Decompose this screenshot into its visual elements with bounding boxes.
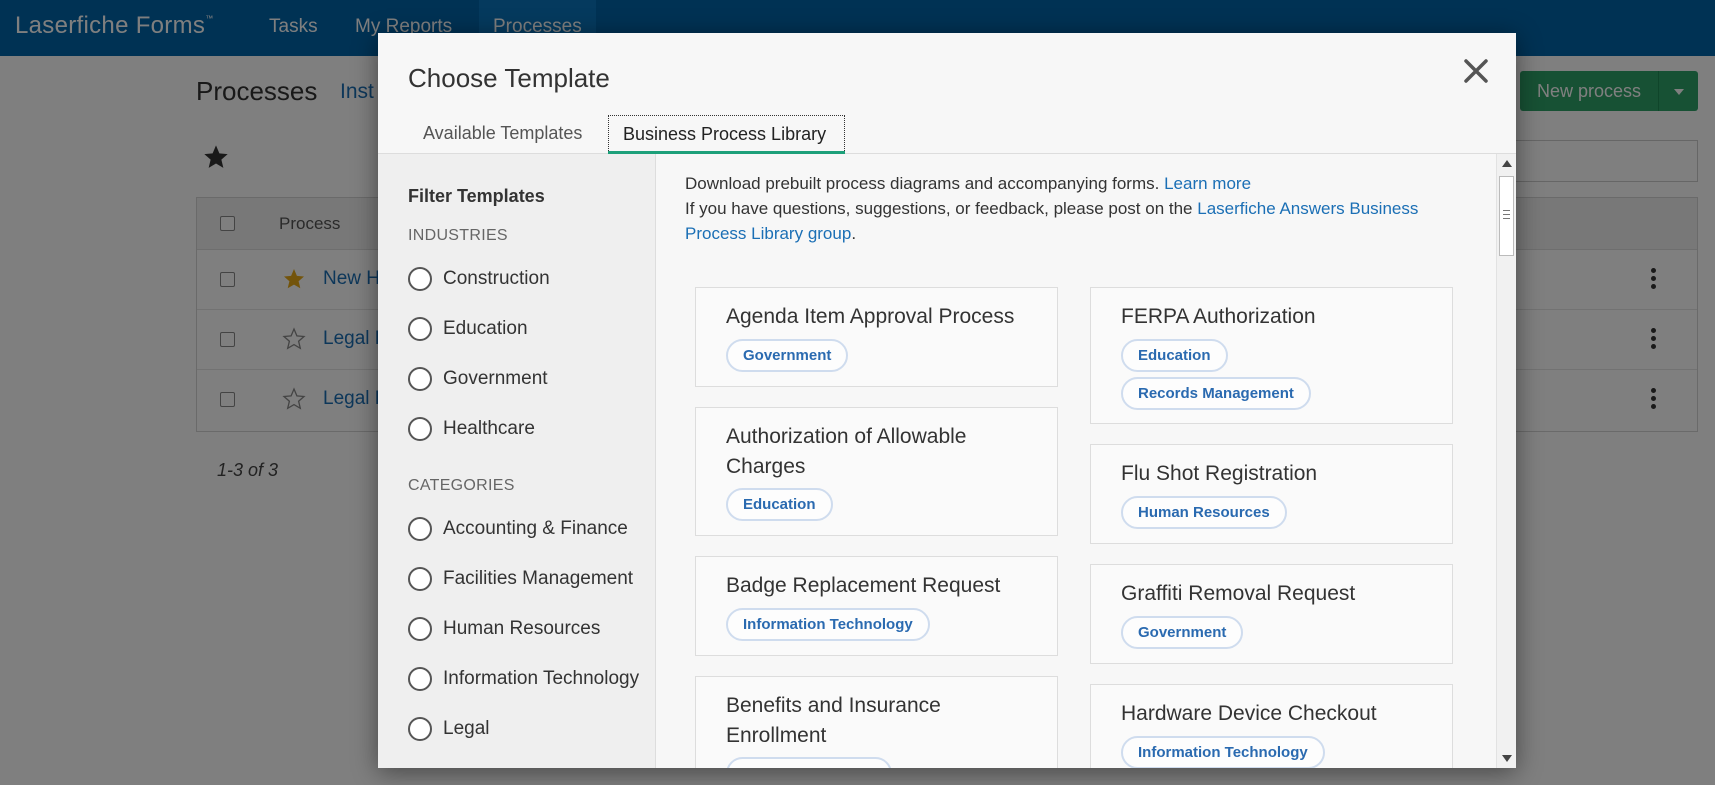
scroll-thumb[interactable]: [1499, 176, 1514, 256]
radio-button[interactable]: [408, 717, 432, 741]
radio-button[interactable]: [408, 267, 432, 291]
scrollbar[interactable]: [1496, 154, 1516, 768]
template-title: Badge Replacement Request: [726, 574, 1001, 597]
template-title: Authorization of Allowable Charges: [726, 425, 967, 478]
radio-button[interactable]: [408, 517, 432, 541]
radio-button[interactable]: [408, 317, 432, 341]
template-card[interactable]: Badge Replacement Request Information Te…: [695, 556, 1058, 656]
filter-label: Accounting & Finance: [443, 518, 628, 539]
template-card[interactable]: Graffiti Removal Request Government: [1090, 564, 1453, 664]
choose-template-dialog: Choose Template Available Templates Busi…: [378, 33, 1516, 768]
filter-label: Human Resources: [443, 618, 601, 639]
close-icon[interactable]: [1460, 55, 1492, 87]
filter-panel: Filter Templates INDUSTRIES Construction…: [378, 154, 656, 768]
filter-label: Legal: [443, 718, 490, 739]
intro-feedback-text: If you have questions, suggestions, or f…: [685, 199, 1193, 218]
scroll-down-arrow-icon[interactable]: [1502, 755, 1512, 762]
template-tag: Human Resources: [1121, 496, 1287, 529]
learn-more-link[interactable]: Learn more: [1164, 174, 1251, 193]
radio-button[interactable]: [408, 367, 432, 391]
template-tag: Education: [726, 488, 833, 521]
radio-button[interactable]: [408, 417, 432, 441]
template-card[interactable]: Authorization of Allowable Charges Educa…: [695, 407, 1058, 536]
template-title: Agenda Item Approval Process: [726, 305, 1015, 328]
template-title: Benefits and Insurance Enrollment: [726, 694, 941, 747]
filter-label: Information Technology: [443, 668, 640, 689]
radio-button[interactable]: [408, 567, 432, 591]
template-title: FERPA Authorization: [1121, 305, 1316, 328]
categories-heading: CATEGORIES: [408, 477, 515, 494]
radio-button[interactable]: [408, 667, 432, 691]
template-tag: Information Technology: [726, 608, 930, 641]
intro-text: Download prebuilt process diagrams and a…: [685, 174, 1160, 193]
template-card[interactable]: Agenda Item Approval Process Government: [695, 287, 1058, 387]
library-intro: Download prebuilt process diagrams and a…: [685, 171, 1445, 246]
template-card[interactable]: Flu Shot Registration Human Resources: [1090, 444, 1453, 544]
intro-period: .: [851, 224, 857, 243]
template-title: Graffiti Removal Request: [1121, 582, 1356, 605]
filter-label: Construction: [443, 268, 550, 289]
template-tag: Human Resources: [726, 757, 892, 768]
filter-label: Education: [443, 318, 528, 339]
template-list-area: Download prebuilt process diagrams and a…: [656, 154, 1496, 768]
dialog-title: Choose Template: [408, 63, 610, 93]
template-tag: Information Technology: [1121, 736, 1325, 768]
radio-button[interactable]: [408, 617, 432, 641]
template-card[interactable]: Benefits and Insurance Enrollment Human …: [695, 676, 1058, 768]
filter-title: Filter Templates: [408, 186, 545, 206]
filter-label: Government: [443, 368, 548, 389]
template-card[interactable]: FERPA Authorization Education Records Ma…: [1090, 287, 1453, 424]
scroll-up-arrow-icon[interactable]: [1502, 160, 1512, 167]
tab-available-templates[interactable]: Available Templates: [378, 115, 606, 153]
filter-label: Healthcare: [443, 418, 535, 439]
template-tag: Records Management: [1121, 377, 1311, 410]
template-tag: Government: [726, 339, 849, 372]
template-tag: Government: [1121, 616, 1244, 649]
template-card[interactable]: Hardware Device Checkout Information Tec…: [1090, 684, 1453, 768]
filter-label: Facilities Management: [443, 568, 634, 589]
template-title: Hardware Device Checkout: [1121, 702, 1377, 725]
industries-heading: INDUSTRIES: [408, 227, 508, 244]
template-tag: Education: [1121, 339, 1228, 372]
tab-business-process-library[interactable]: Business Process Library: [608, 115, 845, 153]
template-title: Flu Shot Registration: [1121, 462, 1318, 485]
